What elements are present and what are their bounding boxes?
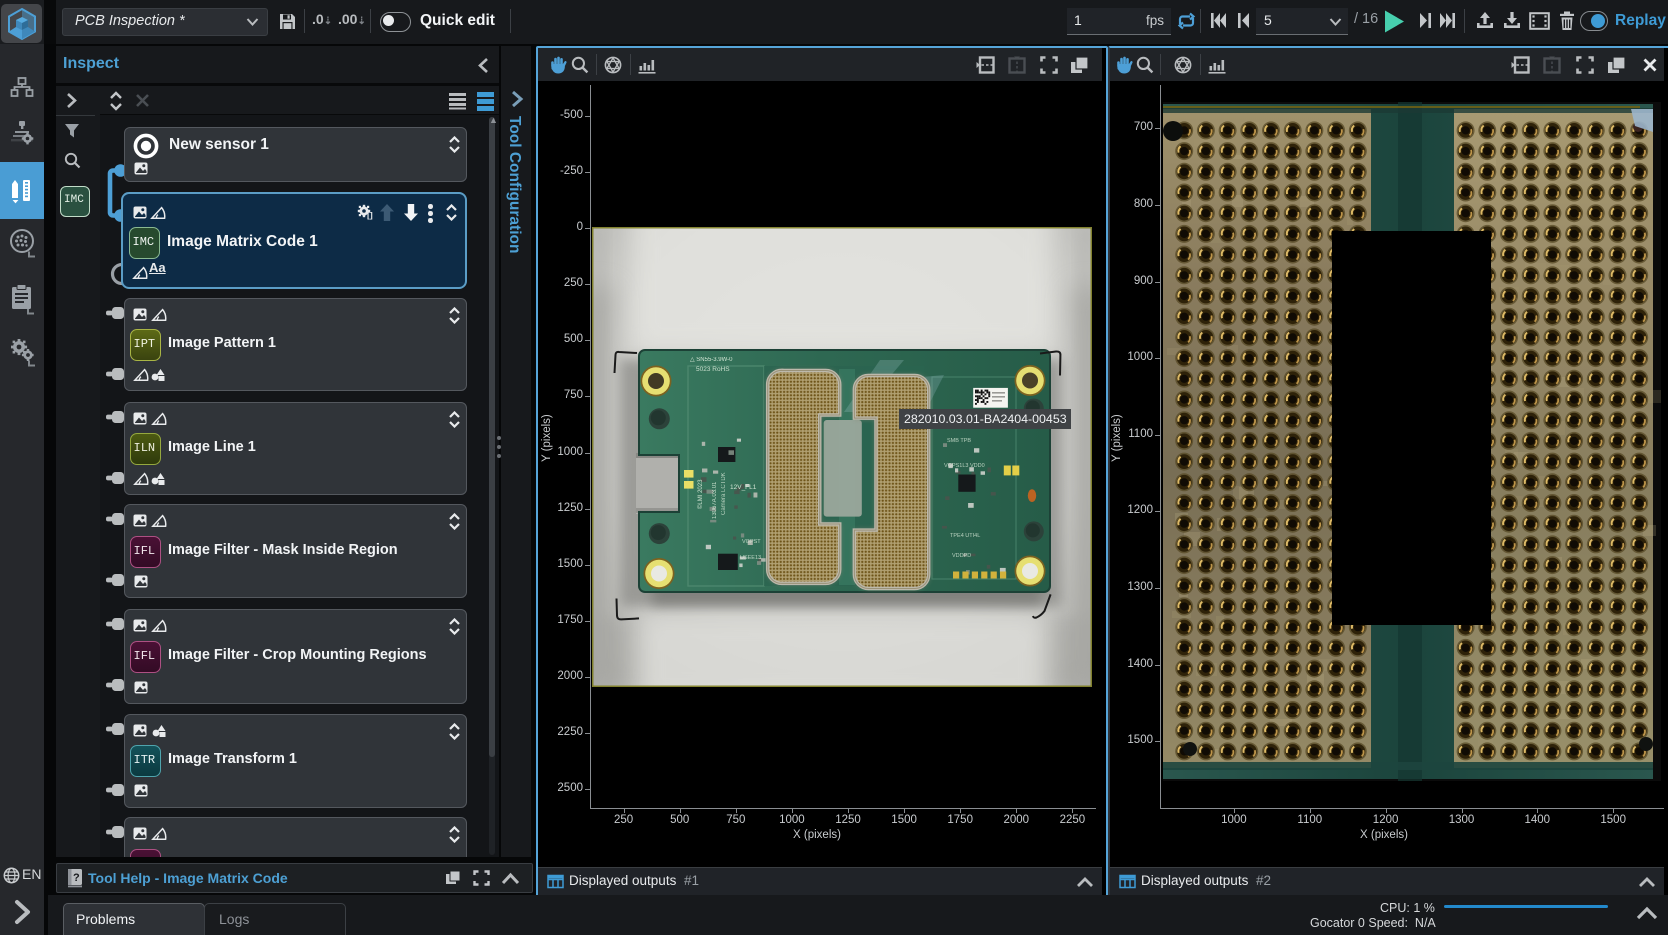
svg-text:VGPST: VGPST <box>742 539 761 545</box>
svg-text:©LMI 2023: ©LMI 2023 <box>697 479 704 509</box>
svg-text:USEE13: USEE13 <box>740 555 761 561</box>
svg-text:12V_FL1: 12V_FL1 <box>730 484 757 491</box>
svg-text:VGPS1L3 VDD0: VGPS1L3 VDD0 <box>944 463 985 469</box>
svg-text:Camera LCTDK: Camera LCTDK <box>721 472 727 515</box>
svg-text:TPE4 UTI4L: TPE4 UTI4L <box>950 533 980 539</box>
svg-text:5023 RoHS: 5023 RoHS <box>696 366 730 373</box>
svg-text:△ SN55-3.9W-0: △ SN55-3.9W-0 <box>690 357 733 363</box>
svg-text:?: ? <box>73 872 80 884</box>
svg-text:SMB TPB: SMB TPB <box>947 438 971 444</box>
svg-text:[]: [] <box>367 210 373 220</box>
svg-text:13067A.03.01: 13067A.03.01 <box>712 481 718 519</box>
svg-text:VDDPD: VDDPD <box>952 553 971 559</box>
